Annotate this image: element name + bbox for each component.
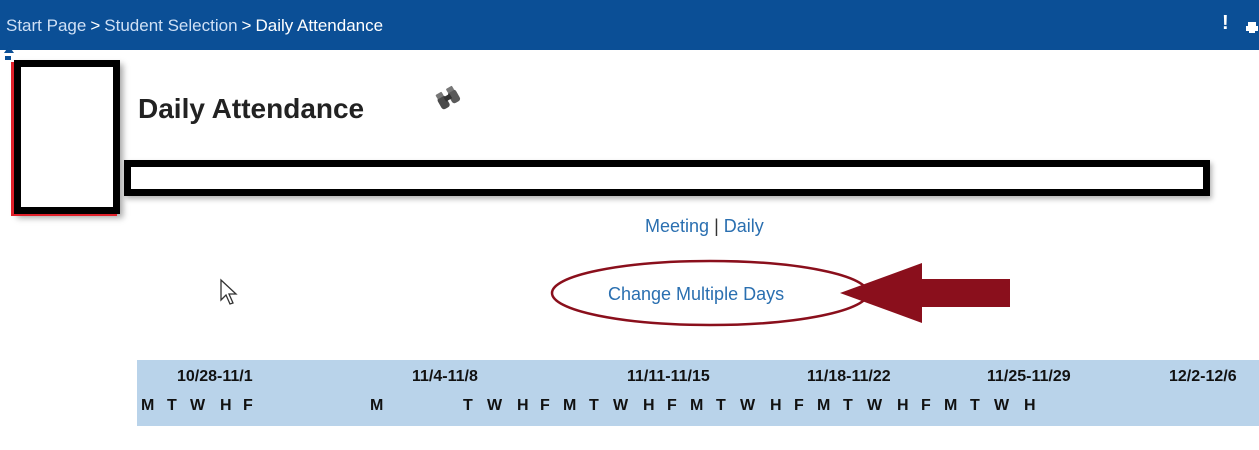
change-multiple-days-link[interactable]: Change Multiple Days (608, 284, 784, 305)
view-links-separator: | (714, 216, 719, 236)
day-column-header: W (740, 397, 756, 414)
day-column-header: M (817, 397, 831, 414)
breadcrumb-student-selection[interactable]: Student Selection (104, 16, 237, 35)
collapse-bar-icon (5, 56, 11, 60)
day-column-header: W (994, 397, 1010, 414)
student-name-redacted (124, 160, 1210, 196)
day-column-header: W (190, 397, 206, 414)
printer-icon[interactable] (1246, 20, 1258, 33)
day-column-header: F (667, 397, 677, 414)
day-column-header: H (220, 397, 232, 414)
day-column-header: T (167, 397, 177, 414)
day-column-header: W (867, 397, 883, 414)
breadcrumb-separator: > (90, 16, 101, 35)
mouse-cursor-icon (219, 278, 243, 306)
day-column-header: H (517, 397, 529, 414)
alert-icon[interactable]: ! (1222, 12, 1229, 35)
day-column-header: M (563, 397, 577, 414)
week-label: 11/11-11/15 (627, 368, 710, 385)
meeting-view-link[interactable]: Meeting (645, 216, 709, 236)
attendance-calendar-header: 10/28-11/1 11/4-11/8 11/11-11/15 11/18-1… (137, 360, 1259, 426)
day-column-header: M (944, 397, 958, 414)
day-column-header: T (463, 397, 473, 414)
day-column-header: W (613, 397, 629, 414)
top-navigation-bar: Start Page > Student Selection > Daily Atten… (0, 0, 1259, 50)
day-column-header: F (921, 397, 931, 414)
day-column-header: M (141, 397, 155, 414)
week-label: 12/2-12/6 (1169, 368, 1237, 385)
week-label: 10/28-11/1 (177, 368, 253, 385)
daily-view-link[interactable]: Daily (724, 216, 764, 236)
week-label: 11/18-11/22 (807, 368, 891, 385)
day-column-header: F (794, 397, 804, 414)
day-column-header: F (243, 397, 253, 414)
breadcrumb: Start Page > Student Selection > Daily Atten… (6, 16, 383, 36)
collapse-caret-icon[interactable] (4, 46, 14, 53)
breadcrumb-start-page[interactable]: Start Page (6, 16, 86, 35)
day-column-header: H (643, 397, 655, 414)
day-column-header: M (370, 397, 384, 414)
student-photo-redacted (14, 60, 120, 214)
day-column-header: M (690, 397, 704, 414)
binoculars-icon[interactable] (434, 84, 462, 110)
week-label: 11/25-11/29 (987, 368, 1071, 385)
day-column-header: T (716, 397, 726, 414)
day-column-header: H (897, 397, 909, 414)
day-column-header: H (1024, 397, 1036, 414)
day-column-header: T (589, 397, 599, 414)
breadcrumb-current: Daily Attendance (255, 16, 384, 35)
page-title: Daily Attendance (138, 93, 365, 124)
view-toggle: Meeting | Daily (645, 216, 764, 237)
day-column-header: F (540, 397, 550, 414)
day-column-header: H (770, 397, 782, 414)
day-column-header: T (970, 397, 980, 414)
day-column-header: T (843, 397, 853, 414)
breadcrumb-separator: > (241, 16, 252, 35)
week-label: 11/4-11/8 (412, 368, 478, 385)
day-column-header: W (487, 397, 503, 414)
